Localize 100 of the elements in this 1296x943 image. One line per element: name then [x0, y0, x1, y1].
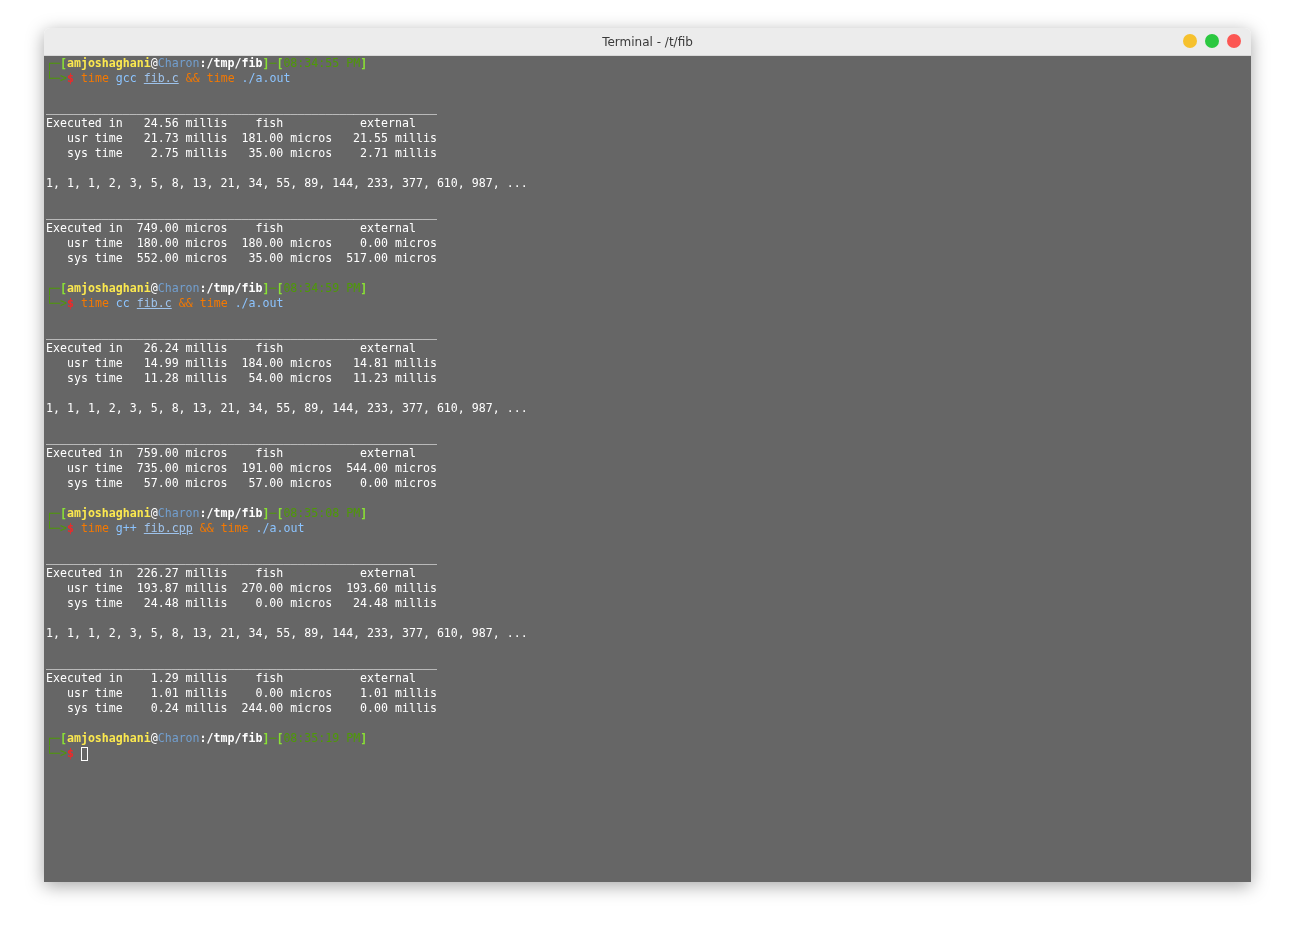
shell-keyword: time [206, 71, 235, 86]
prompt-bracket: [ [276, 731, 284, 746]
prompt-user: amjoshaghani [66, 506, 151, 520]
output-line: 1, 1, 1, 2, 3, 5, 8, 13, 21, 34, 55, 89, 144, 233, 377, 610, 987, ... [46, 626, 528, 641]
output-line: ________________________________________________________ [46, 656, 437, 671]
prompt-user: amjoshaghani [66, 731, 151, 745]
file-argument: fib.c [136, 296, 172, 311]
command-name: ./a.out [255, 521, 305, 536]
shell-keyword: && [199, 521, 214, 536]
prompt-frame: └─> [46, 521, 67, 536]
prompt-bracket: [ [276, 281, 284, 296]
prompt-sigil: $ [66, 521, 74, 536]
output-line: Executed in 1.29 millis fish external [46, 671, 416, 686]
output-line: ________________________________________________________ [46, 206, 437, 221]
output-line: ________________________________________________________ [46, 101, 437, 116]
prompt-frame: ─ [269, 281, 277, 296]
output-line: Executed in 749.00 micros fish external [46, 221, 416, 236]
output-line: usr time 1.01 millis 0.00 micros 1.01 millis [65, 686, 437, 701]
file-argument: fib.cpp [143, 521, 193, 536]
window-title: Terminal - /t/fib [602, 34, 693, 49]
close-button[interactable] [1227, 34, 1241, 48]
command-name: gcc [115, 71, 137, 86]
prompt-time: 08:34:59 PM [283, 281, 361, 296]
output-line: usr time 193.87 millis 270.00 micros 193.60 millis [65, 581, 437, 596]
prompt-frame: ─ [269, 731, 277, 746]
shell-keyword: time [80, 71, 109, 86]
prompt-frame: └─> [46, 71, 67, 86]
prompt-sigil: $ [66, 296, 74, 311]
output-line: ________________________________________________________ [46, 431, 437, 446]
prompt-bracket: [ [276, 56, 284, 71]
shell-keyword: time [80, 296, 109, 311]
prompt-at: @ [150, 731, 158, 746]
prompt-frame: └─> [46, 296, 67, 311]
prompt-bracket: ] [360, 731, 368, 746]
shell-keyword: time [199, 296, 228, 311]
file-argument: fib.c [143, 71, 179, 86]
prompt-bracket: [ [59, 731, 67, 745]
prompt-frame: └─> [46, 746, 67, 761]
shell-keyword: && [178, 296, 193, 311]
prompt-bracket: ] [360, 56, 368, 71]
prompt-time: 08:35:19 PM [283, 731, 361, 746]
output-line: usr time 180.00 micros 180.00 micros 0.00 micros [65, 236, 437, 251]
output-line: sys time 2.75 millis 35.00 micros 2.71 millis [65, 146, 437, 161]
prompt-bracket: [ [59, 506, 67, 520]
shell-keyword: time [220, 521, 249, 536]
prompt-time: 08:34:55 PM [283, 56, 361, 71]
prompt-user: amjoshaghani [66, 281, 151, 295]
prompt-bracket: ] [262, 56, 270, 71]
output-line: usr time 21.73 millis 181.00 micros 21.55 millis [65, 131, 437, 146]
output-line: sys time 0.24 millis 244.00 micros 0.00 millis [65, 701, 437, 716]
output-line: sys time 11.28 millis 54.00 micros 11.23 millis [65, 371, 437, 386]
output-line: Executed in 759.00 micros fish external [46, 446, 416, 461]
output-line: 1, 1, 1, 2, 3, 5, 8, 13, 21, 34, 55, 89, 144, 233, 377, 610, 987, ... [46, 401, 528, 416]
prompt-frame: ─ [269, 56, 277, 71]
prompt-path: :/tmp/fib [199, 281, 263, 296]
command-name: g++ [115, 521, 137, 536]
prompt-frame: ─ [269, 506, 277, 521]
prompt-bracket: [ [59, 281, 67, 295]
prompt-frame: ┌─ [46, 506, 60, 521]
output-line: ________________________________________________________ [46, 551, 437, 566]
output-line: 1, 1, 1, 2, 3, 5, 8, 13, 21, 34, 55, 89, 144, 233, 377, 610, 987, ... [46, 176, 528, 191]
prompt-at: @ [150, 56, 158, 71]
prompt-bracket: [ [59, 56, 67, 70]
output-line: Executed in 24.56 millis fish external [46, 116, 416, 131]
prompt-time: 08:35:08 PM [283, 506, 361, 521]
prompt-frame: ┌─ [46, 731, 60, 746]
output-line: ________________________________________________________ [46, 326, 437, 341]
prompt-sigil: $ [66, 746, 74, 761]
command-name: cc [115, 296, 130, 311]
output-line: Executed in 26.24 millis fish external [46, 341, 416, 356]
output-line: usr time 735.00 micros 191.00 micros 544.00 micros [65, 461, 437, 476]
output-line: usr time 14.99 millis 184.00 micros 14.81 millis [65, 356, 437, 371]
output-line: sys time 24.48 millis 0.00 micros 24.48 millis [65, 596, 437, 611]
prompt-bracket: ] [360, 506, 368, 521]
maximize-button[interactable] [1205, 34, 1219, 48]
command-name: ./a.out [234, 296, 284, 311]
prompt-path: :/tmp/fib [199, 506, 263, 521]
output-line: sys time 552.00 micros 35.00 micros 517.00 micros [65, 251, 437, 266]
prompt-user: amjoshaghani [66, 56, 151, 70]
prompt-bracket: ] [262, 281, 270, 296]
prompt-at: @ [150, 506, 158, 521]
prompt-path: :/tmp/fib [199, 731, 263, 746]
prompt-host: Charon [157, 731, 200, 746]
shell-keyword: time [80, 521, 109, 536]
shell-keyword: && [185, 71, 200, 86]
prompt-at: @ [150, 281, 158, 296]
minimize-button[interactable] [1183, 34, 1197, 48]
prompt-host: Charon [157, 506, 200, 521]
prompt-bracket: ] [262, 731, 270, 746]
prompt-host: Charon [157, 56, 200, 71]
output-line: Executed in 226.27 millis fish external [46, 566, 416, 581]
prompt-host: Charon [157, 281, 200, 296]
command-name: ./a.out [241, 71, 291, 86]
prompt-bracket: ] [360, 281, 368, 296]
prompt-bracket: ] [262, 506, 270, 521]
output-line: sys time 57.00 micros 57.00 micros 0.00 micros [65, 476, 437, 491]
prompt-bracket: [ [276, 506, 284, 521]
prompt-sigil: $ [66, 71, 74, 86]
prompt-path: :/tmp/fib [199, 56, 263, 71]
prompt-frame: ┌─ [46, 281, 60, 296]
